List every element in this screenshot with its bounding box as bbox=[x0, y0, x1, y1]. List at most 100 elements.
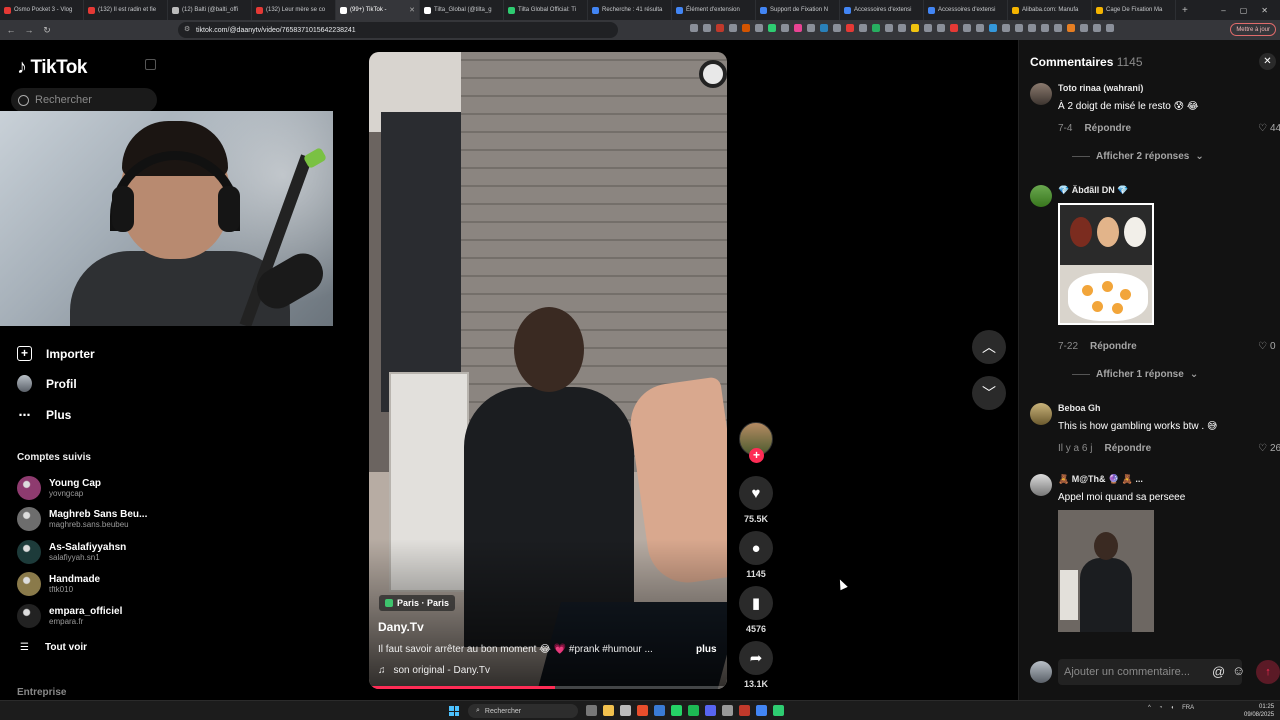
following-account[interactable]: Handmade tftk010 bbox=[17, 572, 100, 596]
extension-icon[interactable] bbox=[807, 24, 815, 32]
view-replies-button[interactable]: Afficher 1 réponse ⌄ bbox=[1072, 369, 1198, 380]
close-comments-button[interactable]: ✕ bbox=[1259, 53, 1276, 70]
extension-icon[interactable] bbox=[976, 24, 984, 32]
avatar[interactable] bbox=[1030, 185, 1052, 207]
comment-username[interactable]: Toto rinaa (wahrani) bbox=[1058, 83, 1143, 93]
extension-icon[interactable] bbox=[911, 24, 919, 32]
browser-tab[interactable]: Recherche : 41 résulta bbox=[588, 0, 672, 20]
browser-tab[interactable]: Support de Fixation N bbox=[756, 0, 840, 20]
extension-icon[interactable] bbox=[820, 24, 828, 32]
calculator-icon[interactable] bbox=[620, 705, 631, 716]
extension-icon[interactable] bbox=[1028, 24, 1036, 32]
minimize-icon[interactable]: – bbox=[1221, 6, 1225, 15]
comment-image[interactable] bbox=[1058, 203, 1154, 325]
location-tag[interactable]: Paris · Paris bbox=[379, 595, 456, 611]
extension-icon[interactable] bbox=[885, 24, 893, 32]
see-all-following-button[interactable]: ☰ Tout voir bbox=[20, 642, 87, 653]
extension-icon[interactable] bbox=[859, 24, 867, 32]
reply-button[interactable]: Répondre bbox=[1090, 341, 1137, 352]
send-comment-button[interactable]: ↑ bbox=[1256, 660, 1280, 684]
app-icon[interactable] bbox=[722, 705, 733, 716]
site-info-icon[interactable]: ⚙ bbox=[184, 25, 190, 33]
browser-tab[interactable]: (132) Il est radin et fie bbox=[84, 0, 168, 20]
browser-tab[interactable]: Accessoires d'extensi bbox=[840, 0, 924, 20]
reply-button[interactable]: Répondre bbox=[1104, 443, 1151, 454]
search-input[interactable]: Rechercher bbox=[11, 88, 157, 112]
following-account[interactable]: Young Cap yovngcap bbox=[17, 476, 101, 500]
reload-icon[interactable]: ↻ bbox=[42, 25, 52, 36]
comment-image[interactable] bbox=[1058, 510, 1154, 632]
mention-icon[interactable]: @ bbox=[1212, 664, 1225, 679]
new-tab-button[interactable]: + bbox=[1176, 5, 1194, 16]
extension-icon[interactable] bbox=[1106, 24, 1114, 32]
extension-icon[interactable] bbox=[755, 24, 763, 32]
extension-icon[interactable] bbox=[703, 24, 711, 32]
comment-like-button[interactable]: ♡ 26 bbox=[1258, 443, 1280, 454]
following-account[interactable]: empara_officiel empara.fr bbox=[17, 604, 122, 628]
language-indicator[interactable]: FRA bbox=[1182, 705, 1194, 711]
following-account[interactable]: As-Salafiyyahsn salafiyyah.sn1 bbox=[17, 540, 126, 564]
file-explorer-icon[interactable] bbox=[603, 705, 614, 716]
video-author[interactable]: Dany.Tv bbox=[378, 620, 424, 634]
extension-icon[interactable] bbox=[872, 24, 880, 32]
sidebar-item-import[interactable]: + Importer bbox=[17, 346, 95, 361]
comment-username[interactable]: 💎 Äbđãll DN 💎 bbox=[1058, 185, 1128, 196]
address-bar[interactable]: ⚙ tiktok.com/@daanytv/video/765837101564… bbox=[178, 22, 618, 38]
discord-icon[interactable] bbox=[705, 705, 716, 716]
extension-icon[interactable] bbox=[833, 24, 841, 32]
comment-username[interactable]: 🧸 M@Th& 🔮 🧸 ... bbox=[1058, 474, 1143, 485]
wifi-icon[interactable]: ◔ bbox=[1159, 705, 1163, 711]
maximize-icon[interactable]: ▢ bbox=[1240, 6, 1248, 15]
previous-video-button[interactable]: ︿ bbox=[972, 330, 1006, 364]
tiktok-logo[interactable]: ♪ TikTok bbox=[17, 56, 87, 79]
browser-tab[interactable]: Cage De Fixation Ma bbox=[1092, 0, 1176, 20]
browser-tab[interactable]: (99+) TikTok - ✕ bbox=[336, 0, 420, 20]
extension-icon[interactable] bbox=[898, 24, 906, 32]
extension-icon[interactable] bbox=[690, 24, 698, 32]
extension-icon[interactable] bbox=[1015, 24, 1023, 32]
extension-icon[interactable] bbox=[950, 24, 958, 32]
browser-tab[interactable]: Alibaba.com: Manufa bbox=[1008, 0, 1092, 20]
extension-icon[interactable] bbox=[1054, 24, 1062, 32]
spotify-icon[interactable] bbox=[688, 705, 699, 716]
browser-tab[interactable]: (12) Balti (@balti_offi bbox=[168, 0, 252, 20]
back-icon[interactable]: ← bbox=[6, 25, 16, 35]
extension-icon[interactable] bbox=[716, 24, 724, 32]
extension-icon[interactable] bbox=[1067, 24, 1075, 32]
like-button[interactable]: ♥ 75.5K bbox=[737, 476, 775, 524]
app-icon[interactable] bbox=[739, 705, 750, 716]
browser-tab[interactable]: Accessoires d'extensi bbox=[924, 0, 1008, 20]
extension-icon[interactable] bbox=[1002, 24, 1010, 32]
browser-tab[interactable]: (132) Leur mère se co bbox=[252, 0, 336, 20]
comment-like-button[interactable]: ♡442 bbox=[1258, 123, 1280, 134]
comment-button[interactable]: ● 1145 bbox=[737, 531, 775, 579]
video-player[interactable]: Paris · Paris Dany.Tv Il faut savoir arr… bbox=[369, 52, 727, 689]
extension-icon[interactable] bbox=[846, 24, 854, 32]
brave-icon[interactable] bbox=[637, 705, 648, 716]
collapse-sidebar-icon[interactable] bbox=[145, 59, 156, 70]
task-view-icon[interactable] bbox=[586, 705, 597, 716]
chevron-up-icon[interactable]: ^ bbox=[1148, 705, 1151, 711]
extension-icon[interactable] bbox=[742, 24, 750, 32]
caption-more-button[interactable]: plus bbox=[696, 644, 717, 655]
browser-tab[interactable]: Tilta_Global (@tilta_g bbox=[420, 0, 504, 20]
app-icon[interactable] bbox=[773, 705, 784, 716]
sidebar-item-profile[interactable]: Profil bbox=[17, 375, 77, 392]
video-sound[interactable]: ♫ son original - Dany.Tv bbox=[378, 665, 490, 676]
browser-tab[interactable]: Osmo Pocket 3 - Vlog bbox=[0, 0, 84, 20]
forward-icon[interactable]: → bbox=[24, 25, 34, 35]
emoji-icon[interactable]: ☺ bbox=[1232, 663, 1245, 678]
view-replies-button[interactable]: Afficher 2 réponses ⌄ bbox=[1072, 151, 1204, 162]
taskbar-clock[interactable]: 01:25 09/08/2025 bbox=[1244, 703, 1274, 719]
extension-icon[interactable] bbox=[781, 24, 789, 32]
browser-tab[interactable]: Élément d'extension bbox=[672, 0, 756, 20]
bookmark-button[interactable]: ▮ 4576 bbox=[737, 586, 775, 634]
volume-icon[interactable]: ◖ bbox=[1170, 705, 1174, 711]
extension-icon[interactable] bbox=[794, 24, 802, 32]
sidebar-item-more[interactable]: ⋯ Plus bbox=[17, 407, 72, 422]
following-account[interactable]: Maghreb Sans Beu... maghreb.sans.beubeu bbox=[17, 507, 147, 531]
chrome-icon[interactable] bbox=[756, 705, 767, 716]
browser-tab[interactable]: Tilta Global Official: Ti bbox=[504, 0, 588, 20]
extension-icon[interactable] bbox=[1041, 24, 1049, 32]
extension-icon[interactable] bbox=[729, 24, 737, 32]
